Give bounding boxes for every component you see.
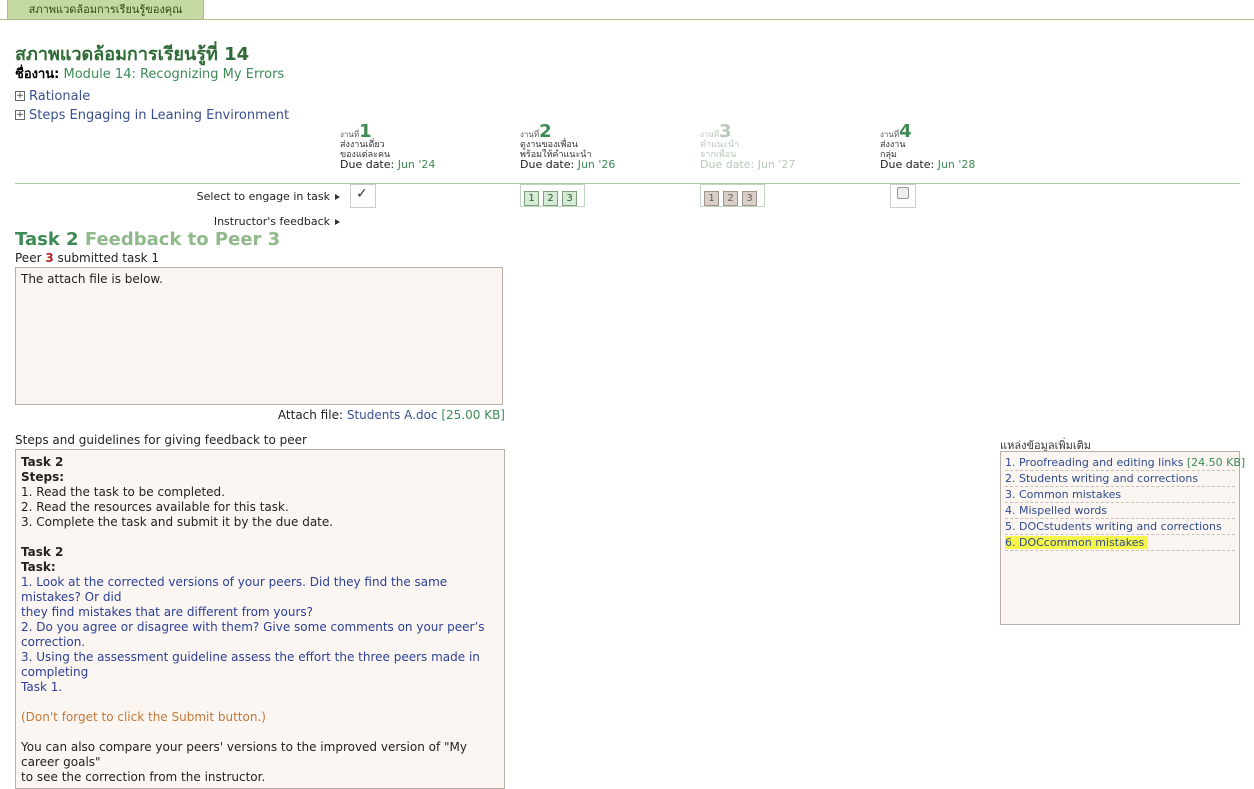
work-name-label: ชื่องาน:: [15, 67, 60, 82]
check-icon: ✓: [356, 186, 368, 202]
resource-size: [24.50 KB]: [1186, 456, 1246, 469]
due-date: Jun '27: [757, 158, 796, 171]
resource-link-5[interactable]: 5. DOCstudents writing and corrections: [1005, 519, 1235, 535]
rationale-expander[interactable]: + Rationale: [15, 89, 90, 104]
task-subtitle: Feedback to Peer 3: [84, 229, 281, 250]
task-heading: Task 2: [21, 545, 64, 559]
steps-link[interactable]: Steps Engaging in Leaning Environment: [29, 108, 289, 123]
peer-button-2[interactable]: 2: [543, 191, 558, 206]
stage-separator: [15, 183, 1240, 184]
stage-desc-line1: ส่งงาน: [880, 140, 906, 150]
submission-text: The attach file is below.: [21, 272, 163, 286]
compare-line: to see the correction from the instructo…: [21, 770, 266, 784]
work-name: ชื่องาน: Module 14: Recognizing My Error…: [15, 63, 284, 84]
peer-button-1[interactable]: 1: [524, 191, 539, 206]
stage-2-peer-buttons: 123: [520, 184, 585, 207]
due-label: Due date:: [340, 158, 395, 171]
due-label: Due date:: [700, 158, 755, 171]
task-line: 3. Using the assessment guideline assess…: [21, 650, 480, 679]
stage-no-label: งานที่: [700, 130, 720, 139]
select-row-label: Select to engage in task: [150, 190, 340, 203]
peer-submission-line: Peer 3 submitted task 1: [15, 251, 159, 265]
resource-link-4[interactable]: 4. Mispelled words: [1005, 503, 1235, 519]
stage-1-engage-checkbox[interactable]: ✓: [350, 184, 376, 208]
due-label: Due date:: [880, 158, 935, 171]
task-label: Task:: [21, 560, 56, 574]
task-title: Task 2 Feedback to Peer 3: [15, 229, 281, 250]
attach-file-line: Attach file: Students A.doc [25.00 KB]: [277, 408, 505, 422]
peer-button-3[interactable]: 3: [742, 191, 757, 206]
tab-learning-environment[interactable]: สภาพแวดล้อมการเรียนรู้ของคุณ: [7, 0, 204, 20]
due-label: Due date:: [520, 158, 575, 171]
due-date: Jun '26: [577, 158, 616, 171]
stage-desc-line1: ดูงานของเพื่อน: [520, 140, 578, 150]
due-date: Jun '24: [397, 158, 436, 171]
checkbox-icon: [897, 187, 909, 199]
plus-box-icon: +: [15, 90, 25, 101]
stage-2: งานที่2 ดูงานของเพื่อน พร้อมให้คำแนะนำ D…: [520, 123, 616, 171]
feedback-row-label: Instructor's feedback: [150, 215, 340, 228]
task-line: 2. Do you agree or disagree with them? G…: [21, 620, 485, 649]
resources-box: 1. Proofreading and editing links [24.50…: [1000, 451, 1245, 625]
peer-button-2[interactable]: 2: [723, 191, 738, 206]
stage-no-label: งานที่: [340, 130, 360, 139]
stage-3-peer-buttons: 123: [700, 184, 765, 207]
triangle-right-icon: [335, 219, 340, 225]
steps-heading: Steps and guidelines for giving feedback…: [15, 433, 307, 447]
steps-expander[interactable]: + Steps Engaging in Leaning Environment: [15, 108, 289, 123]
step-line: 1. Read the task to be completed.: [21, 485, 225, 499]
stage-no-label: งานที่: [880, 130, 900, 139]
stage-desc-line1: คำแนะนำ: [700, 140, 740, 150]
stage-number: 2: [539, 121, 552, 142]
attach-file-link[interactable]: Students A.doc: [347, 408, 438, 422]
task-line: 1. Look at the corrected versions of you…: [21, 575, 448, 604]
stage-4: งานที่4 ส่งงาน กลุ่ม Due date: Jun '28: [880, 123, 976, 171]
stage-1: งานที่1 ส่งงานเดี่ยว ของแต่ละคน Due date…: [340, 123, 436, 171]
submit-reminder: (Don't forget to click the Submit button…: [21, 710, 266, 724]
resource-link-1[interactable]: 1. Proofreading and editing links [24.50…: [1005, 455, 1245, 471]
peer-number: 3: [45, 251, 54, 265]
step-line: 3. Complete the task and submit it by th…: [21, 515, 334, 529]
resource-link-3[interactable]: 3. Common mistakes: [1005, 487, 1235, 503]
task-line: Task 1.: [21, 680, 63, 694]
steps-label: Steps:: [21, 470, 65, 484]
work-name-value: Module 14: Recognizing My Errors: [63, 67, 285, 82]
rationale-link[interactable]: Rationale: [29, 89, 90, 104]
stage-4-engage-checkbox[interactable]: [890, 184, 916, 208]
stage-no-label: งานที่: [520, 130, 540, 139]
due-date: Jun '28: [937, 158, 976, 171]
resource-link-2[interactable]: 2. Students writing and corrections: [1005, 471, 1235, 487]
stage-3: งานที่3 คำแนะนำ จากเพื่อน Due date: Jun …: [700, 123, 796, 171]
peer-button-3[interactable]: 3: [562, 191, 577, 206]
attach-file-size: [25.00 KB]: [441, 408, 505, 422]
peer-button-1[interactable]: 1: [704, 191, 719, 206]
triangle-right-icon: [335, 194, 340, 200]
tab-underline: [0, 19, 1254, 20]
step-line: 2. Read the resources available for this…: [21, 500, 289, 514]
submission-box: The attach file is below.: [15, 267, 503, 405]
stage-number: 4: [899, 121, 912, 142]
stage-number: 1: [359, 121, 372, 142]
steps-box: Task 2 Steps: 1. Read the task to be com…: [15, 449, 505, 789]
stage-desc-line1: ส่งงานเดี่ยว: [340, 140, 385, 150]
stage-number: 3: [719, 121, 732, 142]
plus-box-icon: +: [15, 109, 25, 120]
compare-line: You can also compare your peers' version…: [21, 740, 467, 769]
task-line: they find mistakes that are different fr…: [21, 605, 314, 619]
steps-task-heading: Task 2: [21, 455, 64, 469]
resource-link-6[interactable]: 6. DOCcommon mistakes: [1005, 535, 1235, 551]
